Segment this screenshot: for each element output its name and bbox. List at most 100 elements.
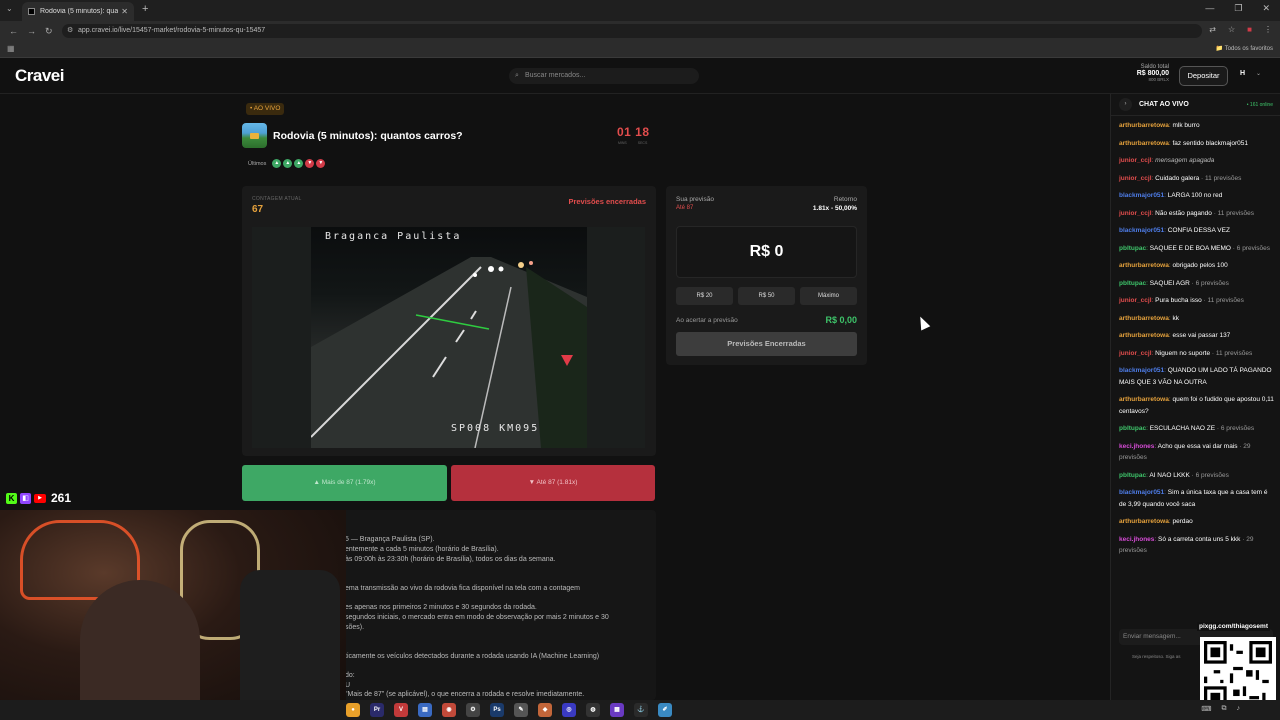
- photoshop-icon[interactable]: Ps: [490, 703, 504, 717]
- chat-username[interactable]: blackmajor051: [1119, 367, 1164, 374]
- anchor-icon[interactable]: ⚓: [634, 703, 648, 717]
- chevron-down-icon[interactable]: ⌄: [1256, 70, 1261, 77]
- camera-location-label: Braganca Paulista: [325, 231, 462, 242]
- keyboard-icon[interactable]: ⌨: [1201, 705, 1211, 713]
- browser-app-icon[interactable]: ◉: [442, 703, 456, 717]
- chat-message: arthurbarretowa: mlk burro: [1119, 120, 1275, 132]
- vivaldi-icon[interactable]: V: [394, 703, 408, 717]
- description-line: es apenas nos primeiros 2 minutos e 30 s…: [345, 604, 537, 611]
- browser-tab[interactable]: Rodovia (5 minutos): quantos c ✕: [22, 2, 134, 21]
- files-icon[interactable]: ▤: [418, 703, 432, 717]
- last-result-dot: ▲: [283, 159, 293, 168]
- kick-icon: K: [6, 492, 17, 504]
- close-tab-icon[interactable]: ✕: [121, 7, 128, 16]
- search-input[interactable]: ⌕ Buscar mercados...: [509, 68, 699, 84]
- tab-title: Rodovia (5 minutos): quantos c: [40, 8, 119, 15]
- app-icon[interactable]: ◆: [538, 703, 552, 717]
- chat-text: LARGA 100 no red: [1167, 192, 1223, 199]
- market-title: Rodovia (5 minutos): quantos carros?: [273, 130, 463, 142]
- chat-messages[interactable]: arthurbarretowa: mlk burro arthurbarretow…: [1119, 120, 1275, 563]
- paint-icon[interactable]: ✐: [658, 703, 672, 717]
- grid-app-icon[interactable]: ▦: [610, 703, 624, 717]
- tool-icon[interactable]: ✎: [514, 703, 528, 717]
- last-result-dot: ▲: [272, 159, 282, 168]
- site-info-icon[interactable]: ⚙: [67, 24, 73, 38]
- apps-icon[interactable]: ▦: [7, 44, 15, 53]
- chat-username[interactable]: pbltupac: [1119, 245, 1146, 252]
- chat-username[interactable]: arthurbarretowa: [1119, 122, 1169, 129]
- description-line: entemente a cada 5 minutos (horário de B…: [345, 546, 499, 553]
- back-icon[interactable]: ←: [9, 26, 18, 36]
- chat-username[interactable]: pbltupac: [1119, 472, 1146, 479]
- chat-text: Pura bucha isso: [1155, 297, 1202, 304]
- chat-username[interactable]: pbltupac: [1119, 280, 1146, 287]
- chat-username[interactable]: arthurbarretowa: [1119, 262, 1169, 269]
- bookmark-star-icon[interactable]: ☆: [1228, 25, 1235, 34]
- live-count-panel: CONTAGEM ATUAL 67 Previsões encerradas B…: [242, 186, 656, 456]
- user-avatar[interactable]: H: [1240, 70, 1245, 77]
- translate-icon[interactable]: ⇄: [1209, 25, 1216, 34]
- reload-icon[interactable]: ↻: [45, 26, 53, 37]
- chat-text: Só a carreta conta uns 5 kkk: [1158, 535, 1241, 543]
- balance-display: Saldo total R$ 800,00 800 BRLX: [1126, 64, 1169, 82]
- chat-text: faz sentido blackmajor051: [1172, 139, 1248, 147]
- quick-amount-50-button[interactable]: R$ 50: [738, 287, 795, 305]
- close-window-icon[interactable]: ✕: [1262, 3, 1270, 14]
- chat-text: esse vai passar 137: [1172, 332, 1231, 339]
- taskbar-apps: ● Pr V ▤ ◉ ⚙ Ps ✎ ◆ ◎ ◍ ▦ ⚓ ✐: [346, 703, 672, 717]
- chat-username[interactable]: arthurbarretowa: [1119, 140, 1169, 147]
- network-icon[interactable]: ⧉: [1222, 705, 1227, 713]
- extension-icon[interactable]: ■: [1247, 25, 1252, 34]
- new-tab-icon[interactable]: +: [142, 3, 148, 15]
- chat-message: pbltupac: SAQUEE E DE BOA MEMO · 6 previ…: [1119, 243, 1275, 255]
- deposit-button[interactable]: Depositar: [1179, 66, 1228, 86]
- chat-username[interactable]: arthurbarretowa: [1119, 315, 1169, 322]
- obs-icon[interactable]: ◍: [586, 703, 600, 717]
- chat-username[interactable]: junior_ccjl: [1119, 210, 1152, 217]
- win-value: R$ 0,00: [825, 315, 857, 325]
- chat-username[interactable]: junior_ccjl: [1119, 350, 1152, 357]
- chat-username[interactable]: keci.jhones: [1119, 536, 1154, 543]
- chat-username[interactable]: junior_ccjl: [1119, 297, 1152, 304]
- win-label: Ao acertar a previsão: [676, 317, 738, 324]
- chat-text: SAQUEI AGR: [1149, 279, 1190, 287]
- collapse-chat-icon[interactable]: ›: [1119, 98, 1132, 111]
- chat-username[interactable]: blackmajor051: [1119, 489, 1164, 496]
- chat-username[interactable]: keci.jhones: [1119, 443, 1154, 450]
- chat-message: arthurbarretowa: faz sentido blackmajor0…: [1119, 138, 1275, 150]
- all-bookmarks-folder[interactable]: 📁 Todos os favoritos: [1216, 45, 1273, 52]
- volume-icon[interactable]: ♪: [1237, 705, 1241, 713]
- minimize-icon[interactable]: —: [1205, 3, 1214, 14]
- quick-amount-max-button[interactable]: Máximo: [800, 287, 857, 305]
- restore-icon[interactable]: ❐: [1234, 3, 1242, 14]
- description-line: 5 — Bragança Paulista (SP).: [345, 536, 435, 543]
- premiere-icon[interactable]: Pr: [370, 703, 384, 717]
- bet-under-button[interactable]: ▼ Até 87 (1.81x): [451, 465, 655, 501]
- search-icon: ⌕: [515, 72, 519, 79]
- quick-amount-20-button[interactable]: R$ 20: [676, 287, 733, 305]
- chat-username[interactable]: junior_ccjl: [1119, 175, 1152, 182]
- discord-icon[interactable]: ◎: [562, 703, 576, 717]
- settings-icon[interactable]: ⚙: [466, 703, 480, 717]
- chat-prediction-count: · 11 previsões: [1211, 209, 1255, 217]
- menu-icon[interactable]: ⋮: [1264, 25, 1272, 34]
- bet-over-button[interactable]: ▲ Mais de 87 (1.79x): [242, 465, 447, 501]
- chat-username[interactable]: arthurbarretowa: [1119, 518, 1169, 525]
- chat-username[interactable]: arthurbarretowa: [1119, 396, 1169, 403]
- chat-username[interactable]: arthurbarretowa: [1119, 332, 1169, 339]
- amount-input[interactable]: R$ 0: [676, 226, 857, 278]
- chat-username[interactable]: blackmajor051: [1119, 192, 1164, 199]
- predictions-closed-button[interactable]: Previsões Encerradas: [676, 332, 857, 356]
- forward-icon[interactable]: →: [27, 26, 36, 36]
- chrome-icon[interactable]: ●: [346, 703, 360, 717]
- chat-username[interactable]: junior_ccjl: [1119, 157, 1152, 164]
- chat-username[interactable]: blackmajor051: [1119, 227, 1164, 234]
- chat-username[interactable]: pbltupac: [1119, 425, 1146, 432]
- cravei-logo[interactable]: Cravei: [15, 66, 64, 86]
- system-tray: ⌨ ⧉ ♪: [1201, 705, 1240, 713]
- browser-tab-bar: ⌄ Rodovia (5 minutos): quantos c ✕ + — ❐…: [0, 0, 1280, 21]
- url-field[interactable]: ⚙ app.cravei.io/live/15457-market/rodovi…: [62, 24, 1202, 38]
- tab-search-icon[interactable]: ⌄: [6, 4, 13, 13]
- live-video[interactable]: Braganca Paulista SP008 KM095: [252, 227, 645, 448]
- url-text: app.cravei.io/live/15457-market/rodovia-…: [78, 27, 266, 34]
